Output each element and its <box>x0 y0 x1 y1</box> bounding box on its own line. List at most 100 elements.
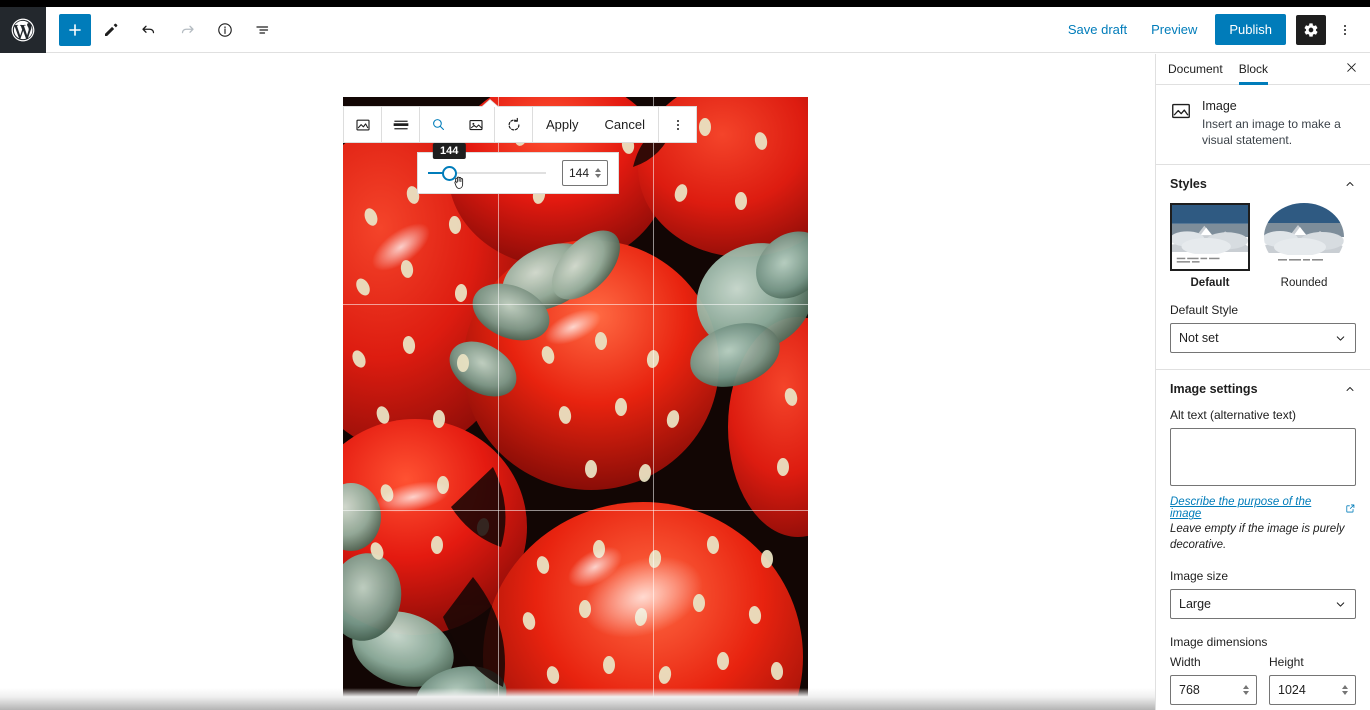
wordpress-logo-icon <box>11 18 35 41</box>
ellipsis-vertical-icon <box>676 119 679 130</box>
top-black-strip <box>0 0 1370 7</box>
toolbar-group-block-type <box>344 107 382 142</box>
block-more-options-button[interactable] <box>659 107 696 142</box>
details-button[interactable] <box>207 12 243 48</box>
sidebar-tabs: Document Block <box>1156 54 1370 85</box>
toolbar-group-actions: Apply Cancel <box>533 107 659 142</box>
slider-value-tooltip: 144 <box>433 143 466 159</box>
style-option-default[interactable]: Default <box>1170 203 1250 289</box>
pencil-icon <box>105 23 118 36</box>
change-alignment-button[interactable] <box>382 107 419 142</box>
spinner-up-icon[interactable] <box>595 168 601 172</box>
spinner-down-icon[interactable] <box>595 174 601 178</box>
image-settings-panel-title: Image settings <box>1170 382 1258 397</box>
block-title: Image <box>1202 99 1237 113</box>
sidebar-scroll-area[interactable]: Image Insert an image to make a visual s… <box>1156 85 1370 710</box>
header-tools <box>59 12 281 48</box>
toolbar-group-more <box>659 107 696 142</box>
spinner-down-icon[interactable] <box>1243 691 1250 696</box>
styles-panel-header[interactable]: Styles <box>1156 165 1370 203</box>
zoom-spinner[interactable] <box>591 168 605 178</box>
style-options-row: Default Rounded <box>1170 203 1356 289</box>
save-draft-button[interactable]: Save draft <box>1058 16 1137 43</box>
styles-panel: Styles Default Rounded Default Style Not… <box>1156 165 1370 371</box>
gear-icon <box>1304 22 1318 37</box>
default-style-value: Not set <box>1179 331 1219 346</box>
styles-panel-title: Styles <box>1170 177 1207 192</box>
editor-canvas: Apply Cancel 144 144 <box>0 54 1155 710</box>
settings-button[interactable] <box>1296 14 1326 45</box>
slider-thumb[interactable] <box>442 165 458 181</box>
image-settings-panel: Image settings Alt text (alternative tex… <box>1156 370 1370 710</box>
width-input[interactable] <box>1179 683 1241 698</box>
change-block-type-button[interactable] <box>344 107 381 142</box>
default-style-label: Default Style <box>1170 303 1239 318</box>
block-info-card: Image Insert an image to make a visual s… <box>1156 85 1370 166</box>
aspect-ratio-icon <box>468 119 483 130</box>
dimensions-row: Width Height <box>1170 655 1356 706</box>
rotate-icon <box>508 117 519 130</box>
toolbar-group-rotate <box>495 107 533 142</box>
plus-icon <box>69 23 81 36</box>
close-sidebar-button[interactable] <box>1336 54 1366 85</box>
toolbar-group-crop-tools <box>420 107 495 142</box>
image-block-icon <box>1172 103 1190 119</box>
spinner-down-icon[interactable] <box>1342 691 1349 696</box>
undo-arrow-icon <box>142 25 155 33</box>
image-size-select[interactable]: Large <box>1170 589 1356 620</box>
style-preview-default <box>1170 203 1250 272</box>
image-settings-panel-header[interactable]: Image settings <box>1156 370 1370 408</box>
add-block-button[interactable] <box>59 13 91 46</box>
list-view-icon <box>256 25 269 34</box>
height-input[interactable] <box>1278 683 1340 698</box>
magnifier-icon <box>433 119 444 130</box>
zoom-slider-popover: 144 <box>417 143 619 194</box>
zoom-value-field[interactable] <box>563 166 591 180</box>
tab-document[interactable]: Document <box>1160 54 1231 85</box>
tab-block[interactable]: Block <box>1231 54 1276 85</box>
ellipsis-vertical-icon <box>1344 24 1346 35</box>
toolbar-group-align <box>382 107 420 142</box>
image-settings-panel-body: Alt text (alternative text) Describe the… <box>1156 408 1370 710</box>
default-style-select[interactable]: Not set <box>1170 323 1356 354</box>
wordpress-block-editor: Save draft Preview Publish Apply Cancel … <box>0 0 1370 710</box>
image-size-value: Large <box>1179 597 1211 612</box>
edit-mode-button[interactable] <box>93 12 129 48</box>
wordpress-logo-button[interactable] <box>0 6 46 53</box>
publish-button[interactable]: Publish <box>1215 14 1286 45</box>
external-link-icon <box>1346 504 1355 513</box>
alt-text-help: Leave empty if the image is purely decor… <box>1170 523 1345 551</box>
spinner-up-icon[interactable] <box>1342 685 1349 690</box>
settings-sidebar: Document Block Image Insert an image to … <box>1155 54 1370 710</box>
block-description: Insert an image to make a visual stateme… <box>1202 117 1341 148</box>
spinner-up-icon[interactable] <box>1243 685 1250 690</box>
width-spinner[interactable] <box>1240 685 1252 696</box>
alt-text-label: Alt text (alternative text) <box>1170 408 1297 423</box>
style-preview-rounded <box>1264 203 1344 272</box>
describe-image-link[interactable]: Describe the purpose of the image <box>1170 496 1356 520</box>
apply-button[interactable]: Apply <box>533 107 592 142</box>
zoom-tool-button[interactable] <box>420 107 457 142</box>
cancel-button[interactable]: Cancel <box>592 107 658 142</box>
height-input-wrap[interactable] <box>1269 675 1356 706</box>
zoom-number-input[interactable] <box>562 160 608 186</box>
describe-image-link-label: Describe the purpose of the image <box>1170 496 1312 521</box>
preview-button[interactable]: Preview <box>1141 16 1207 43</box>
height-spinner[interactable] <box>1339 685 1351 696</box>
style-option-rounded[interactable]: Rounded <box>1264 203 1344 289</box>
block-navigation-button[interactable] <box>245 12 281 48</box>
zoom-slider[interactable]: 144 <box>428 143 546 189</box>
align-icon <box>393 120 408 129</box>
height-column: Height <box>1269 655 1356 706</box>
info-circle-icon <box>218 22 232 37</box>
width-column: Width <box>1170 655 1257 706</box>
rotate-button[interactable] <box>495 107 532 142</box>
redo-button[interactable] <box>169 12 205 48</box>
aspect-ratio-button[interactable] <box>457 107 494 142</box>
undo-button[interactable] <box>131 12 167 48</box>
width-input-wrap[interactable] <box>1170 675 1257 706</box>
more-options-button[interactable] <box>1330 12 1360 48</box>
block-info-text: Image Insert an image to make a visual s… <box>1202 99 1356 148</box>
alt-text-input[interactable] <box>1170 428 1356 487</box>
close-icon <box>1346 62 1356 72</box>
